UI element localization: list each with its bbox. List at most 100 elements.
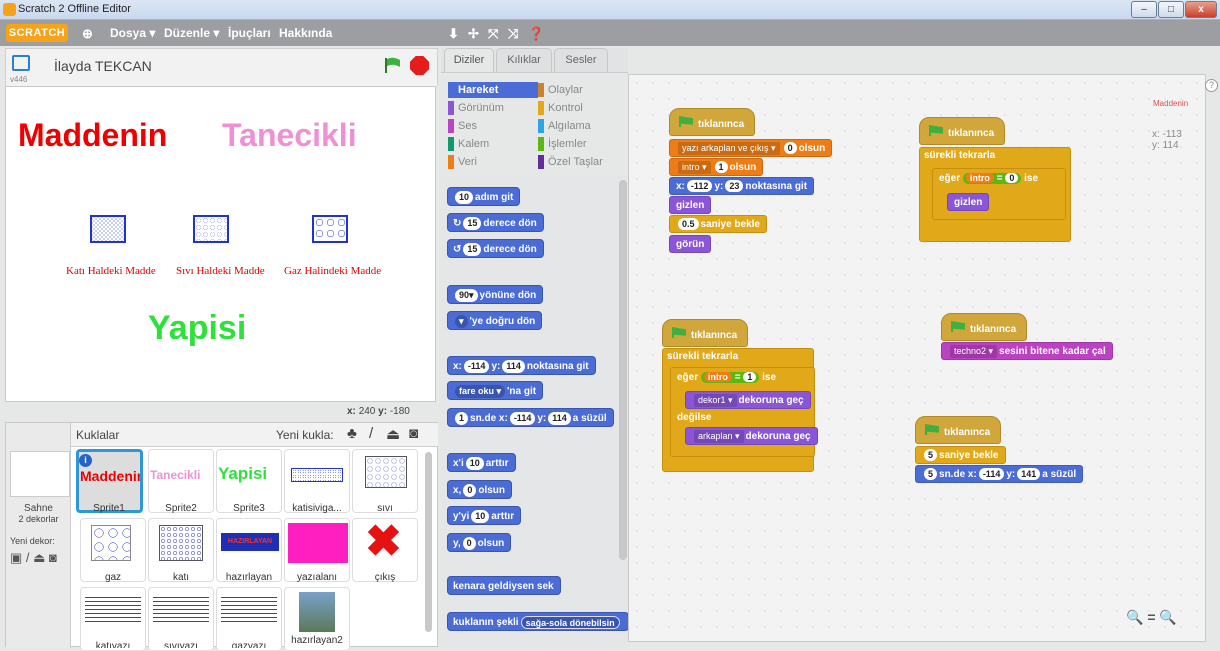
block-input[interactable]: -114: [509, 411, 536, 425]
hide-block[interactable]: gizlen: [947, 193, 990, 211]
block-input[interactable]: 5: [924, 449, 938, 462]
menu-file[interactable]: Dosya ▾: [110, 26, 155, 40]
scratch-logo[interactable]: SCRATCH: [6, 24, 68, 42]
category-data[interactable]: Veri: [448, 154, 538, 170]
category-looks[interactable]: Görünüm: [448, 100, 538, 116]
palette-scrollbar[interactable]: [619, 180, 627, 560]
green-flag-icon[interactable]: [384, 57, 402, 73]
tab-costumes[interactable]: Kılıklar: [496, 48, 552, 72]
block-dropdown[interactable]: intro ▾: [678, 160, 711, 174]
wait-block[interactable]: 5 saniye bekle: [915, 446, 1006, 464]
help-icon[interactable]: ❓: [528, 26, 544, 42]
forever-block[interactable]: sürekli tekrarla eğer intro = 1 ise deko…: [662, 348, 818, 472]
camera-icon[interactable]: ◙: [409, 425, 418, 442]
paint-icon[interactable]: /: [369, 425, 373, 442]
block-dropdown[interactable]: yazı arkaplan ve çıkış ▾: [678, 141, 780, 155]
category-motion[interactable]: Hareket: [448, 82, 538, 98]
forever-block[interactable]: sürekli tekrarla eğer intro = 0 ise gizl…: [919, 147, 1071, 242]
rotation-style-block[interactable]: kuklanın şekli sağa-sola dönebilsin: [447, 612, 629, 631]
when-flag-hat-2[interactable]: tıklanınca: [919, 117, 1006, 145]
glide-block[interactable]: 5 sn.de x: -114 y: 141 a süzül: [915, 465, 1084, 483]
menu-about[interactable]: Hakkında: [279, 26, 332, 40]
duplicate-icon[interactable]: ⬇: [448, 26, 459, 42]
category-events[interactable]: Olaylar: [538, 82, 628, 98]
set-intro-block[interactable]: intro ▾ 1 olsun: [669, 158, 764, 176]
category-sound[interactable]: Ses: [448, 118, 538, 134]
category-pen[interactable]: Kalem: [448, 136, 538, 152]
block-input[interactable]: 0: [783, 142, 797, 155]
project-name[interactable]: İlayda TEKCAN: [54, 58, 152, 74]
block-input[interactable]: 10: [471, 509, 490, 523]
sprite-library-icon[interactable]: ♣: [347, 425, 357, 442]
stage-thumbnail[interactable]: [10, 451, 70, 497]
block-input[interactable]: 0: [463, 483, 477, 497]
goto-xy-block[interactable]: x: -114 y: 114 noktasına git: [447, 356, 596, 375]
wait-block[interactable]: 0.5 saniye bekle: [669, 215, 767, 233]
block-input[interactable]: -114: [978, 468, 1005, 481]
hide-block[interactable]: gizlen: [669, 196, 712, 214]
block-dropdown[interactable]: ▾: [455, 314, 468, 328]
glide-block[interactable]: 1 sn.de x: -114 y: 114 a süzül: [447, 408, 614, 427]
point-towards-block[interactable]: ▾'ye doğru dön: [447, 311, 543, 330]
menu-tips[interactable]: İpuçları: [228, 26, 271, 40]
move-steps-block[interactable]: 10 adım git: [447, 187, 521, 206]
var-reporter[interactable]: intro: [965, 173, 994, 183]
upload-icon[interactable]: ⏏: [386, 425, 400, 443]
tab-scripts[interactable]: Diziler: [444, 48, 494, 72]
play-sound-block[interactable]: techno2 ▾ sesini bitene kadar çal: [941, 342, 1113, 360]
set-y-block[interactable]: y, 0 olsun: [447, 533, 512, 552]
block-dropdown[interactable]: arkaplan ▾: [694, 429, 744, 443]
block-input[interactable]: -114: [463, 359, 490, 373]
menu-edit[interactable]: Düzenle ▾: [164, 26, 219, 40]
block-input[interactable]: 15: [463, 216, 482, 230]
block-input[interactable]: 10: [465, 456, 484, 470]
when-flag-hat-5[interactable]: tıklanınca: [915, 416, 1002, 444]
goto-xy-block[interactable]: x: -112 y: 23 noktasına git: [669, 177, 815, 195]
tab-sounds[interactable]: Sesler: [554, 48, 608, 72]
block-input[interactable]: 15: [463, 242, 482, 256]
fullscreen-icon[interactable]: [12, 55, 30, 71]
backdrop-tools[interactable]: ▣ / ⏏ ◙: [10, 550, 57, 566]
close-button[interactable]: x: [1185, 1, 1217, 18]
block-dropdown[interactable]: sağa-sola dönebilsin: [520, 615, 620, 629]
category-control[interactable]: Kontrol: [538, 100, 628, 116]
block-input[interactable]: 1: [714, 161, 728, 174]
block-dropdown[interactable]: dekor1 ▾: [694, 393, 737, 407]
set-var-block[interactable]: yazı arkaplan ve çıkış ▾ 0 olsun: [669, 139, 833, 157]
var-reporter[interactable]: intro: [703, 372, 732, 382]
block-input[interactable]: 90▾: [455, 288, 478, 302]
stage-canvas[interactable]: Maddenin Tanecikli Katı Haldeki Madde Sı…: [5, 86, 436, 402]
block-dropdown[interactable]: fare oku ▾: [455, 384, 506, 398]
category-more-blocks[interactable]: Özel Taşlar: [538, 154, 628, 170]
block-input[interactable]: 114: [548, 411, 571, 425]
minimize-button[interactable]: –: [1131, 1, 1157, 18]
maximize-button[interactable]: □: [1158, 1, 1184, 18]
turn-left-block[interactable]: ↺ 15 derece dön: [447, 239, 544, 258]
equals-operator[interactable]: intro = 1: [700, 372, 760, 383]
block-input[interactable]: 0: [1005, 173, 1019, 183]
change-x-block[interactable]: x'i 10 arttır: [447, 453, 516, 472]
sprite-scrollbar[interactable]: [425, 452, 432, 632]
block-input[interactable]: 114: [502, 359, 525, 373]
point-direction-block[interactable]: 90▾ yönüne dön: [447, 285, 544, 304]
block-input[interactable]: 5: [924, 468, 938, 481]
change-y-block[interactable]: y'yi 10 arttır: [447, 506, 522, 525]
category-sensing[interactable]: Algılama: [538, 118, 628, 134]
help-icon[interactable]: ?: [1205, 79, 1218, 92]
block-input[interactable]: 0.5: [678, 218, 699, 231]
grow-icon[interactable]: ⤧: [488, 26, 498, 42]
block-input[interactable]: 0: [462, 536, 476, 550]
when-flag-hat-1[interactable]: tıklanınca: [669, 108, 756, 136]
block-dropdown[interactable]: techno2 ▾: [950, 344, 998, 358]
turn-right-block[interactable]: ↻ 15 derece dön: [447, 213, 544, 232]
stop-icon[interactable]: [410, 56, 429, 75]
switch-backdrop-block[interactable]: arkaplan ▾ dekoruna geç: [685, 427, 818, 445]
switch-backdrop-block[interactable]: dekor1 ▾ dekoruna geç: [685, 391, 811, 409]
block-input[interactable]: 1: [455, 411, 469, 425]
goto-block[interactable]: fare oku ▾'na git: [447, 381, 544, 400]
if-else-block[interactable]: eğer intro = 1 ise dekor1 ▾ dekoruna geç …: [670, 367, 818, 457]
block-input[interactable]: 1: [743, 372, 757, 382]
show-block[interactable]: görün: [669, 235, 712, 253]
bounce-block[interactable]: kenara geldiysen sek: [447, 576, 561, 595]
set-x-block[interactable]: x, 0 olsun: [447, 480, 513, 499]
